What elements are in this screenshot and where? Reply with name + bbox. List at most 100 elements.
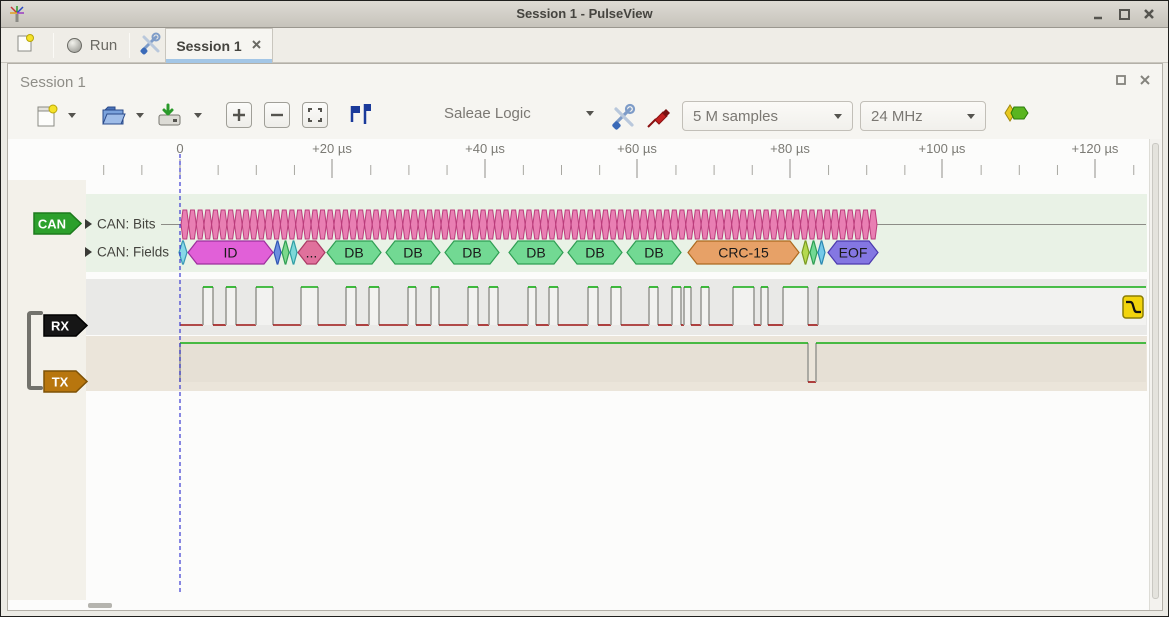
can-bit-annotation[interactable] xyxy=(732,210,740,239)
can-bit-annotation[interactable] xyxy=(663,210,671,239)
can-bit-annotation[interactable] xyxy=(823,210,831,239)
vertical-scrollbar-thumb[interactable] xyxy=(1152,143,1159,599)
can-bit-annotation[interactable] xyxy=(487,210,495,239)
sample-count-select[interactable]: 5 M samples xyxy=(682,101,853,131)
settings-button[interactable] xyxy=(135,31,165,60)
can-bit-annotation[interactable] xyxy=(296,210,304,239)
can-bit-annotation[interactable] xyxy=(464,210,472,239)
can-bit-annotation[interactable] xyxy=(518,210,526,239)
can-bit-annotation[interactable] xyxy=(372,210,380,239)
can-bit-annotation[interactable] xyxy=(808,210,816,239)
can-bit-annotation[interactable] xyxy=(724,210,732,239)
can-bit-annotation[interactable] xyxy=(510,210,518,239)
can-bit-annotation[interactable] xyxy=(846,210,854,239)
can-bit-annotation[interactable] xyxy=(495,210,503,239)
can-bit-annotation[interactable] xyxy=(869,210,877,239)
show-cursors-button[interactable] xyxy=(344,102,372,133)
minimize-button[interactable] xyxy=(1091,7,1107,23)
can-bit-annotation[interactable] xyxy=(556,210,564,239)
can-bit-annotation[interactable] xyxy=(395,210,403,239)
can-bit-annotation[interactable] xyxy=(181,210,189,239)
can-bit-annotation[interactable] xyxy=(227,210,235,239)
tab-close-icon[interactable] xyxy=(251,37,262,55)
can-bit-annotation[interactable] xyxy=(242,210,250,239)
can-bit-annotation[interactable] xyxy=(418,210,426,239)
trace-view[interactable]: 0+20 µs+40 µs+60 µs+80 µs+100 µs+120 µsI… xyxy=(8,139,1149,610)
can-bit-annotation[interactable] xyxy=(273,210,281,239)
can-bit-annotation[interactable] xyxy=(410,210,418,239)
device-select[interactable]: Saleae Logic xyxy=(444,105,594,122)
can-bit-annotation[interactable] xyxy=(257,210,265,239)
can-bit-annotation[interactable] xyxy=(548,210,556,239)
zoom-out-button[interactable] xyxy=(264,102,290,128)
device-settings-button[interactable] xyxy=(609,102,637,135)
can-bit-annotation[interactable] xyxy=(571,210,579,239)
can-bit-annotation[interactable] xyxy=(326,210,334,239)
can-bit-annotation[interactable] xyxy=(189,210,197,239)
can-bit-annotation[interactable] xyxy=(801,210,809,239)
can-bit-annotation[interactable] xyxy=(388,210,396,239)
can-bit-annotation[interactable] xyxy=(716,210,724,239)
can-bit-annotation[interactable] xyxy=(862,210,870,239)
can-bit-annotation[interactable] xyxy=(670,210,678,239)
new-session-button[interactable] xyxy=(7,31,43,60)
can-bit-annotation[interactable] xyxy=(594,210,602,239)
can-bit-annotation[interactable] xyxy=(540,210,548,239)
zoom-fit-button[interactable] xyxy=(302,102,328,128)
can-bit-annotation[interactable] xyxy=(334,210,342,239)
can-bit-annotation[interactable] xyxy=(579,210,587,239)
can-bit-annotation[interactable] xyxy=(365,210,373,239)
can-bit-annotation[interactable] xyxy=(762,210,770,239)
can-bit-annotation[interactable] xyxy=(196,210,204,239)
can-bit-annotation[interactable] xyxy=(793,210,801,239)
can-bit-annotation[interactable] xyxy=(678,210,686,239)
can-bit-annotation[interactable] xyxy=(288,210,296,239)
can-bit-annotation[interactable] xyxy=(602,210,610,239)
can-bit-annotation[interactable] xyxy=(219,210,227,239)
can-bit-annotation[interactable] xyxy=(747,210,755,239)
can-bit-annotation[interactable] xyxy=(617,210,625,239)
can-bit-annotation[interactable] xyxy=(632,210,640,239)
can-bit-annotation[interactable] xyxy=(433,210,441,239)
can-bit-annotation[interactable] xyxy=(778,210,786,239)
can-bit-annotation[interactable] xyxy=(785,210,793,239)
can-bit-annotation[interactable] xyxy=(686,210,694,239)
new-file-button[interactable] xyxy=(34,102,60,135)
can-bit-annotation[interactable] xyxy=(380,210,388,239)
save-file-button[interactable] xyxy=(156,102,184,135)
can-bit-annotation[interactable] xyxy=(816,210,824,239)
can-bit-annotation[interactable] xyxy=(854,210,862,239)
vertical-scrollbar[interactable] xyxy=(1149,139,1161,610)
can-bit-annotation[interactable] xyxy=(204,210,212,239)
add-decoder-button[interactable] xyxy=(1002,102,1030,129)
save-file-dropdown[interactable] xyxy=(194,113,202,118)
can-bit-annotation[interactable] xyxy=(280,210,288,239)
can-bit-annotation[interactable] xyxy=(449,210,457,239)
can-bit-annotation[interactable] xyxy=(342,210,350,239)
maximize-button[interactable] xyxy=(1117,7,1133,23)
tab-session-1[interactable]: Session 1 xyxy=(165,28,273,63)
can-bit-annotation[interactable] xyxy=(693,210,701,239)
can-bit-annotation[interactable] xyxy=(701,210,709,239)
can-bit-annotation[interactable] xyxy=(265,210,273,239)
can-bit-annotation[interactable] xyxy=(212,210,220,239)
can-bit-annotation[interactable] xyxy=(625,210,633,239)
can-bit-annotation[interactable] xyxy=(441,210,449,239)
can-bit-annotation[interactable] xyxy=(770,210,778,239)
sample-rate-select[interactable]: 24 MHz xyxy=(860,101,986,131)
can-bit-annotation[interactable] xyxy=(739,210,747,239)
close-button[interactable] xyxy=(1142,7,1158,23)
can-bit-annotation[interactable] xyxy=(831,210,839,239)
can-bit-annotation[interactable] xyxy=(303,210,311,239)
can-bit-annotation[interactable] xyxy=(479,210,487,239)
new-file-dropdown[interactable] xyxy=(68,113,76,118)
can-bit-annotation[interactable] xyxy=(349,210,357,239)
open-file-button[interactable] xyxy=(100,102,128,135)
can-bit-annotation[interactable] xyxy=(755,210,763,239)
can-bit-annotation[interactable] xyxy=(319,210,327,239)
can-bit-annotation[interactable] xyxy=(456,210,464,239)
can-bit-annotation[interactable] xyxy=(839,210,847,239)
dock-float-button[interactable] xyxy=(1114,73,1130,89)
can-bit-annotation[interactable] xyxy=(235,210,243,239)
can-bit-annotation[interactable] xyxy=(655,210,663,239)
